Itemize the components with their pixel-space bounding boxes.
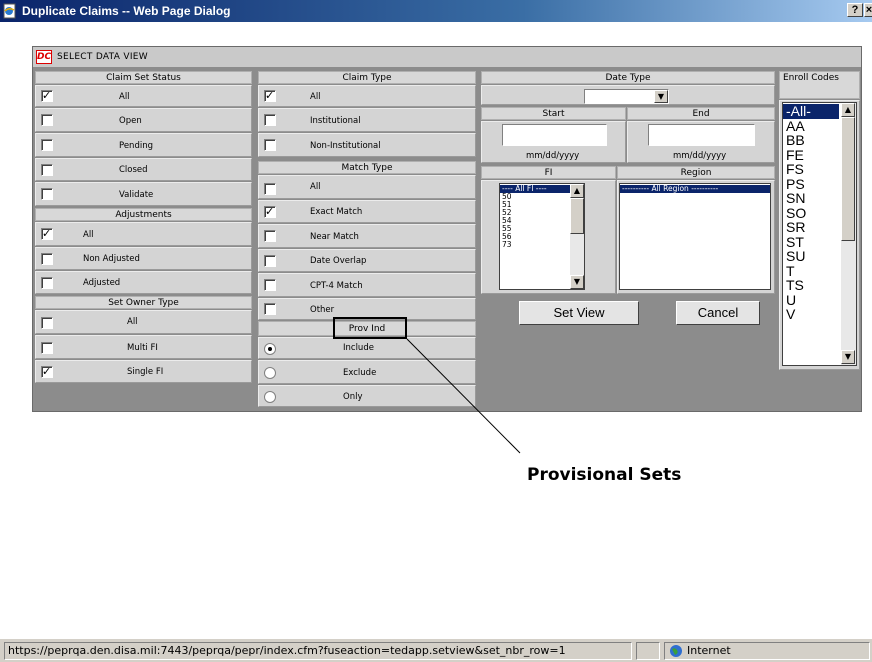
status-zone: Internet <box>664 642 870 660</box>
annotation-callout-line <box>406 338 521 454</box>
annotation-label: Provisional Sets <box>527 465 682 485</box>
status-url: https://peprqa.den.disa.mil:7443/peprqa/… <box>4 642 632 660</box>
globe-icon <box>669 644 683 658</box>
status-bar: https://peprqa.den.disa.mil:7443/peprqa/… <box>0 638 872 662</box>
status-zone-label: Internet <box>687 644 731 657</box>
status-progress-pane <box>636 642 660 660</box>
